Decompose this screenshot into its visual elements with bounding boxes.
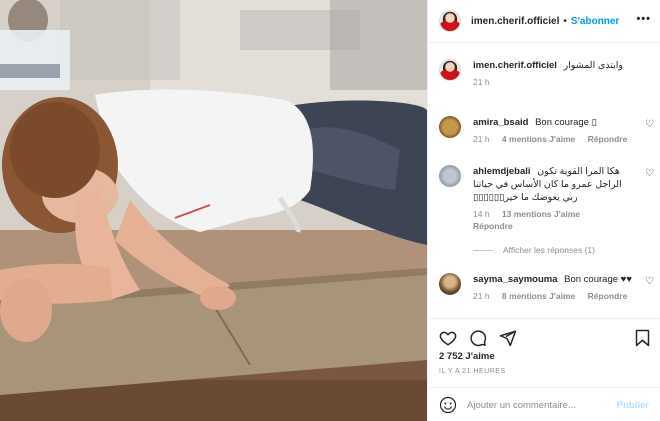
- more-options-icon[interactable]: •••: [636, 13, 651, 25]
- reply-button[interactable]: Répondre: [588, 134, 628, 144]
- post-actions: 2 752 J'aime IL Y A 21 HEURES Publier: [428, 318, 660, 421]
- comment-likes[interactable]: 4 mentions J'aime: [502, 134, 575, 144]
- add-comment-row: Publier: [428, 387, 660, 421]
- likes-count[interactable]: 2 752 J'aime: [439, 351, 495, 362]
- post-timestamp[interactable]: IL Y A 21 HEURES: [439, 368, 506, 375]
- author-avatar[interactable]: [439, 10, 461, 32]
- comment-text: Bon courage ▯: [535, 117, 597, 128]
- caption-username[interactable]: imen.cherif.officiel: [473, 60, 557, 71]
- reply-button[interactable]: Répondre: [473, 221, 513, 231]
- comment-time[interactable]: 21 h: [473, 134, 490, 144]
- replies-divider: [473, 249, 493, 251]
- heart-icon[interactable]: ♡: [645, 276, 654, 287]
- caption-time[interactable]: 21 h: [473, 77, 490, 87]
- reply-button[interactable]: Répondre: [588, 291, 628, 301]
- comment-username[interactable]: ahlemdjebali: [473, 166, 531, 177]
- header-separator: •: [563, 15, 567, 27]
- heart-icon[interactable]: ♡: [645, 119, 654, 130]
- comment-input[interactable]: [467, 399, 607, 411]
- emoji-icon[interactable]: [439, 396, 457, 414]
- share-icon[interactable]: [499, 329, 517, 347]
- comment-username[interactable]: sayma_saymouma: [473, 274, 558, 285]
- post-side-panel: imen.cherif.officiel • S'abonner ••• ime…: [427, 0, 660, 421]
- commenter-avatar[interactable]: [439, 273, 461, 295]
- follow-button[interactable]: S'abonner: [571, 16, 620, 27]
- comment-username[interactable]: amira_bsaid: [473, 117, 528, 128]
- author-avatar[interactable]: [439, 59, 461, 81]
- comment-time[interactable]: 21 h: [473, 291, 490, 301]
- commenter-avatar[interactable]: [439, 116, 461, 138]
- post-photo[interactable]: [0, 0, 427, 421]
- like-heart-icon[interactable]: [439, 329, 457, 347]
- author-username[interactable]: imen.cherif.officiel: [471, 16, 559, 27]
- comment-time[interactable]: 14 h: [473, 209, 490, 219]
- comment-likes[interactable]: 13 mentions J'aime: [502, 209, 580, 219]
- bookmark-icon[interactable]: [634, 329, 651, 347]
- view-replies-label[interactable]: Afficher les réponses (1): [503, 245, 595, 255]
- commenter-avatar[interactable]: [439, 165, 461, 187]
- caption-text: وابتدى المشوار: [563, 60, 624, 71]
- plank-photo-illustration: [0, 0, 427, 421]
- comment-likes[interactable]: 8 mentions J'aime: [502, 291, 575, 301]
- heart-icon[interactable]: ♡: [645, 168, 654, 179]
- comments-list[interactable]: imen.cherif.officiel وابتدى المشوار 21 h…: [428, 44, 660, 317]
- comment-icon[interactable]: [469, 329, 487, 347]
- publish-button[interactable]: Publier: [617, 400, 649, 411]
- action-icons: [439, 329, 651, 349]
- comment-text: Bon courage ♥♥: [564, 274, 632, 285]
- post-header: imen.cherif.officiel • S'abonner •••: [428, 0, 660, 43]
- view-replies-button[interactable]: Afficher les réponses (1): [473, 245, 595, 255]
